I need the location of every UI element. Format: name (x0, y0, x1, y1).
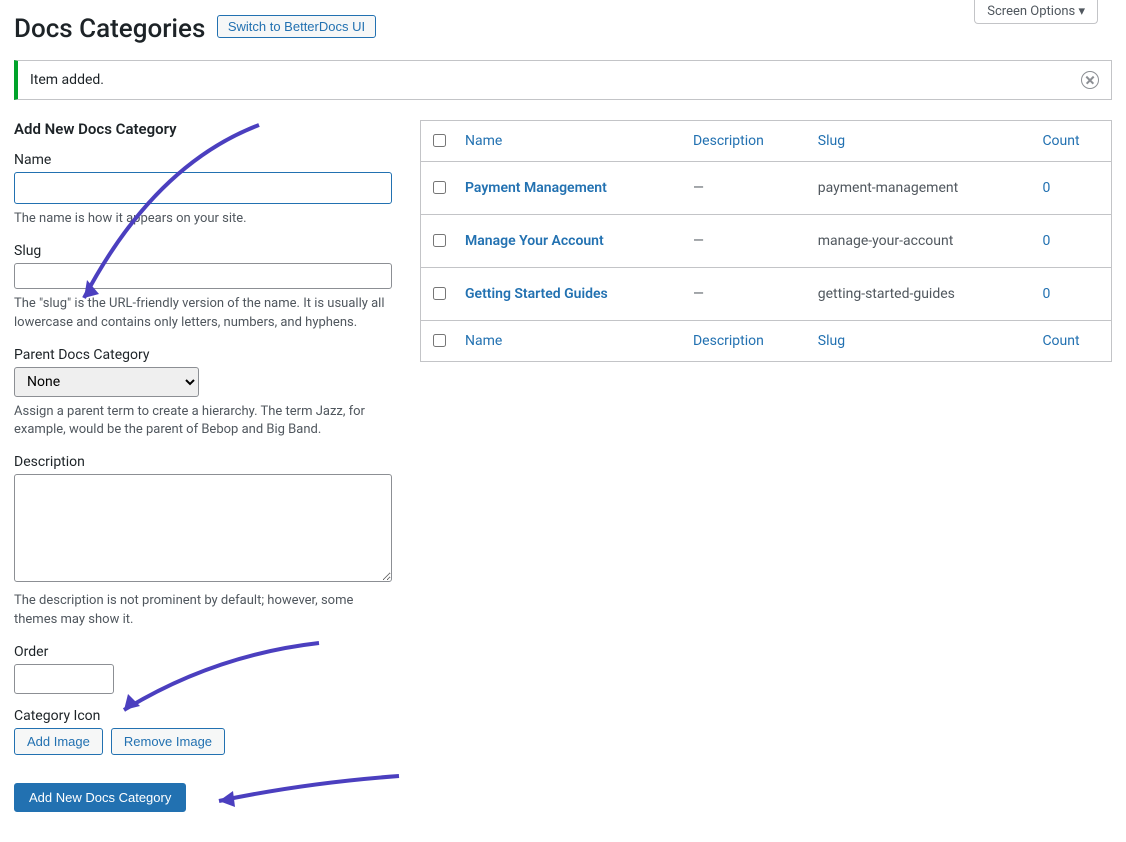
row-count-link[interactable]: 0 (1042, 180, 1050, 196)
row-checkbox[interactable] (433, 287, 446, 300)
row-description: — (685, 215, 810, 268)
screen-options-toggle[interactable]: Screen Options (974, 0, 1098, 24)
close-icon[interactable] (1081, 71, 1099, 89)
row-description: — (685, 268, 810, 321)
slug-label: Slug (14, 243, 392, 259)
select-all-checkbox[interactable] (433, 134, 446, 147)
order-label: Order (14, 644, 392, 660)
select-all-checkbox-footer[interactable] (433, 334, 446, 347)
row-slug: getting-started-guides (810, 268, 1035, 321)
row-name-link[interactable]: Manage Your Account (465, 233, 604, 249)
slug-help: The "slug" is the URL-friendly version o… (14, 295, 392, 333)
row-checkbox[interactable] (433, 181, 446, 194)
slug-input[interactable] (14, 263, 392, 289)
col-slug-footer[interactable]: Slug (810, 321, 1035, 362)
row-slug: manage-your-account (810, 215, 1035, 268)
row-slug: payment-management (810, 162, 1035, 215)
parent-help: Assign a parent term to create a hierarc… (14, 403, 392, 441)
row-name-link[interactable]: Getting Started Guides (465, 286, 608, 302)
parent-select[interactable]: None (14, 367, 199, 397)
table-row: Getting Started Guides —getting-started-g… (421, 268, 1112, 321)
add-image-button[interactable]: Add Image (14, 728, 103, 755)
field-description: Description The description is not promi… (14, 454, 392, 630)
notice-item-added: Item added. (14, 60, 1112, 100)
row-count-link[interactable]: 0 (1042, 233, 1050, 249)
col-count-footer[interactable]: Count (1034, 321, 1111, 362)
description-label: Description (14, 454, 392, 470)
col-count[interactable]: Count (1034, 121, 1111, 162)
name-help: The name is how it appears on your site. (14, 210, 392, 229)
field-category-icon: Category Icon Add Image Remove Image (14, 708, 392, 755)
name-label: Name (14, 152, 392, 168)
remove-image-button[interactable]: Remove Image (111, 728, 225, 755)
name-input[interactable] (14, 172, 392, 204)
switch-ui-button[interactable]: Switch to BetterDocs UI (217, 15, 376, 38)
submit-add-category-button[interactable]: Add New Docs Category (14, 783, 186, 812)
annotation-arrow-icon (204, 773, 404, 813)
col-description-footer[interactable]: Description (685, 321, 810, 362)
parent-label: Parent Docs Category (14, 347, 392, 363)
row-description: — (685, 162, 810, 215)
field-parent: Parent Docs Category None Assign a paren… (14, 347, 392, 441)
description-textarea[interactable] (14, 474, 392, 582)
col-name-footer[interactable]: Name (457, 321, 685, 362)
field-name: Name The name is how it appears on your … (14, 152, 392, 229)
description-help: The description is not prominent by defa… (14, 592, 392, 630)
row-count-link[interactable]: 0 (1042, 286, 1050, 302)
col-name[interactable]: Name (457, 121, 685, 162)
field-order: Order (14, 644, 392, 694)
col-slug[interactable]: Slug (810, 121, 1035, 162)
field-slug: Slug The "slug" is the URL-friendly vers… (14, 243, 392, 333)
table-row: Manage Your Account —manage-your-account 0 (421, 215, 1112, 268)
order-input[interactable] (14, 664, 114, 694)
category-icon-label: Category Icon (14, 708, 392, 724)
page-title: Docs Categories (14, 14, 205, 44)
col-description[interactable]: Description (685, 121, 810, 162)
categories-table: Name Description Slug Count Payment Mana… (420, 120, 1112, 362)
row-checkbox[interactable] (433, 234, 446, 247)
row-name-link[interactable]: Payment Management (465, 180, 607, 196)
table-row: Payment Management —payment-management 0 (421, 162, 1112, 215)
form-heading: Add New Docs Category (14, 120, 392, 138)
notice-text: Item added. (30, 72, 104, 88)
